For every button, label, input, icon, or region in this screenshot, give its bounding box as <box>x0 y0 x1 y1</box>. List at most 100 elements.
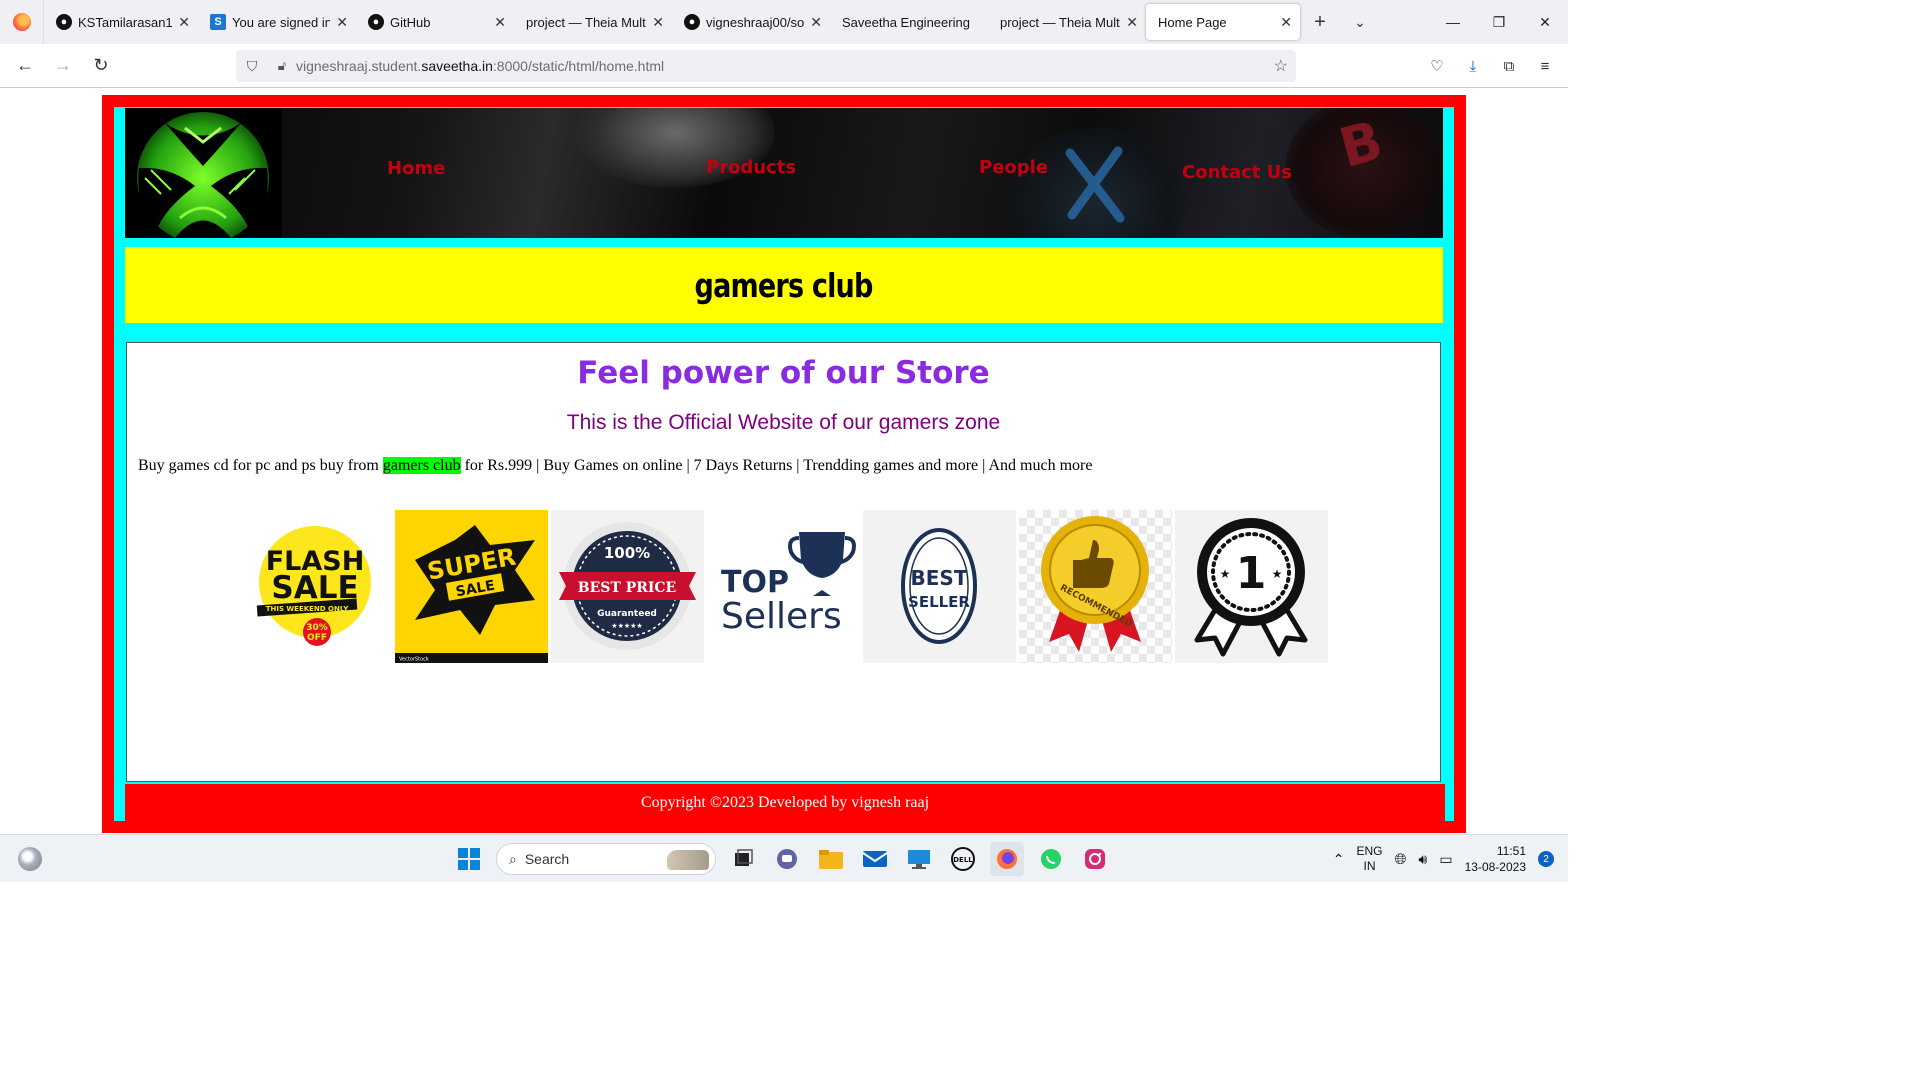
svg-text:VectorStock: VectorStock <box>399 657 429 663</box>
extensions-icon[interactable]: ⧉ <box>1498 58 1520 75</box>
svg-text:★: ★ <box>1220 567 1231 581</box>
copyright-text: Copyright ©2023 Developed by vignesh raa… <box>640 794 930 811</box>
close-tab-icon[interactable]: ✕ <box>1280 14 1292 31</box>
browser-tab[interactable]: Saveetha Engineering <box>830 0 988 44</box>
saveetha-s-icon: S <box>210 14 226 30</box>
nav-home[interactable]: Home <box>387 158 445 179</box>
remote-desktop-icon[interactable] <box>902 842 936 876</box>
xbox-logo-icon <box>137 112 269 238</box>
close-window-icon[interactable]: ✕ <box>1522 14 1568 31</box>
svg-text:BEST: BEST <box>911 566 968 590</box>
close-tab-icon[interactable]: ✕ <box>336 14 348 31</box>
best-price-image: 100% BEST PRICE Guaranteed ★★★★★ <box>551 510 704 663</box>
x-button-icon <box>1065 146 1125 223</box>
address-bar[interactable]: ⛉ 🔓︎ vigneshraaj.student.saveetha.in:800… <box>236 50 1296 82</box>
new-tab-icon[interactable]: + <box>1300 11 1340 34</box>
svg-text:Sellers: Sellers <box>721 596 842 637</box>
battery-icon[interactable]: ▭ <box>1439 851 1452 868</box>
browser-tab[interactable]: project — Theia Multi ✕ <box>988 0 1146 44</box>
task-view-icon[interactable] <box>726 842 760 876</box>
super-sale-image: SUPER SALE VectorStock <box>395 510 548 663</box>
svg-text:★★★★★: ★★★★★ <box>611 622 642 630</box>
top-sellers-image: TOP Sellers <box>707 510 860 663</box>
site-footer: Copyright ©2023 Developed by vignesh raa… <box>125 784 1445 822</box>
browser-tab[interactable]: ● GitHub ✕ <box>356 0 514 44</box>
page-subheading: This is the Official Website of our game… <box>566 411 1001 434</box>
close-tab-icon[interactable]: ✕ <box>652 14 664 31</box>
svg-text:THIS WEEKEND ONLY: THIS WEEKEND ONLY <box>266 605 349 613</box>
insecure-lock-icon[interactable]: 🔓︎ <box>268 58 296 74</box>
language-indicator[interactable]: ENG IN <box>1357 844 1383 874</box>
tracking-shield-icon[interactable]: ⛉ <box>236 58 268 75</box>
close-tab-icon[interactable]: ✕ <box>1126 14 1138 31</box>
taskbar-search[interactable]: ⌕ Search <box>496 843 716 875</box>
clock[interactable]: 11:51 13-08-2023 <box>1465 843 1526 875</box>
notification-badge[interactable]: 2 <box>1538 851 1554 867</box>
svg-text:Guaranteed: Guaranteed <box>597 609 657 619</box>
search-highlight-image <box>667 850 709 870</box>
pocket-icon[interactable]: ♡ <box>1426 57 1448 75</box>
restore-icon[interactable]: ❐ <box>1476 14 1522 31</box>
svg-text:TOP: TOP <box>721 565 789 600</box>
browser-tab[interactable]: ● vigneshraaj00/soft ✕ <box>672 0 830 44</box>
instagram-icon[interactable] <box>1078 842 1112 876</box>
page-heading: Feel power of our Store <box>577 355 990 391</box>
browser-tab-strip: ● KSTamilarasan17/s ✕ S You are signed i… <box>0 0 1568 44</box>
forward-arrow-icon[interactable]: → <box>44 55 82 76</box>
site-banner: gamers club <box>125 247 1443 323</box>
svg-text:1: 1 <box>1236 548 1267 599</box>
svg-text:100%: 100% <box>604 544 650 562</box>
nav-contact-us[interactable]: Contact Us <box>1182 162 1292 183</box>
bookmark-star-icon[interactable]: ☆ <box>1274 56 1288 76</box>
minimize-icon[interactable]: — <box>1430 14 1476 30</box>
highlight-gamers-club: gamers club <box>382 457 461 474</box>
banner-title: gamers club <box>695 265 874 305</box>
close-tab-icon[interactable]: ✕ <box>494 14 506 31</box>
browser-tab-active[interactable]: Home Page ✕ <box>1146 4 1300 40</box>
taskbar-apps: ⌕ Search DELL <box>452 841 1112 877</box>
hamburger-menu-icon[interactable]: ≡ <box>1534 58 1556 75</box>
firefox-taskbar-icon[interactable] <box>990 842 1024 876</box>
close-tab-icon[interactable]: ✕ <box>178 14 190 31</box>
flash-sale-image: FLASH SALE THIS WEEKEND ONLY 30% OFF <box>239 510 392 663</box>
browser-tab[interactable]: project — Theia Multi ✕ <box>514 0 672 44</box>
chevron-up-icon[interactable]: ⌃ <box>1333 851 1345 868</box>
github-icon: ● <box>684 14 700 30</box>
search-icon: ⌕ <box>509 850 517 867</box>
number-one-image: 1 ★ ★ <box>1175 510 1328 663</box>
file-explorer-icon[interactable] <box>814 842 848 876</box>
xbox-logo <box>125 108 282 238</box>
page-cyan-frame: B Home Products People Contact Us gamers… <box>114 107 1454 822</box>
browser-tab[interactable]: ● KSTamilarasan17/s ✕ <box>44 0 198 44</box>
reload-icon[interactable]: ↻ <box>82 55 120 76</box>
system-tray: ⌃ ENG IN 🌐︎ 🔊︎ ▭ 11:51 13-08-2023 2 <box>1333 835 1554 883</box>
firefox-menu-icon[interactable] <box>0 0 44 44</box>
list-all-tabs-icon[interactable]: ⌄ <box>1340 14 1380 31</box>
dell-icon[interactable]: DELL <box>946 842 980 876</box>
b-button-icon: B <box>1333 113 1389 173</box>
badge-gallery: FLASH SALE THIS WEEKEND ONLY 30% OFF SUP… <box>239 510 1328 663</box>
url-text[interactable]: vigneshraaj.student.saveetha.in:8000/sta… <box>296 58 664 74</box>
best-seller-image: BEST SELLER <box>863 510 1016 663</box>
svg-text:BEST PRICE: BEST PRICE <box>578 580 676 596</box>
network-globe-icon[interactable]: 🌐︎ <box>1395 851 1407 868</box>
weather-widget-icon[interactable] <box>18 847 42 871</box>
svg-text:SELLER: SELLER <box>908 593 970 611</box>
windows-start-icon[interactable] <box>452 842 486 876</box>
nav-people[interactable]: People <box>979 157 1048 178</box>
teams-chat-icon[interactable] <box>770 842 804 876</box>
back-arrow-icon[interactable]: ← <box>6 55 44 76</box>
nav-products[interactable]: Products <box>706 157 796 178</box>
close-tab-icon[interactable]: ✕ <box>810 14 822 31</box>
github-icon: ● <box>368 14 384 30</box>
windows-taskbar: ⌕ Search DELL ⌃ ENG IN 🌐︎ 🔊︎ ▭ 11:51 13-… <box>0 834 1568 882</box>
recommended-image: RECOMMENDED <box>1019 510 1172 663</box>
site-header: B Home Products People Contact Us <box>125 108 1443 238</box>
browser-tab[interactable]: S You are signed in a ✕ <box>198 0 356 44</box>
mail-icon[interactable] <box>858 842 892 876</box>
downloads-icon[interactable]: ⤓ <box>1462 58 1484 75</box>
svg-text:DELL: DELL <box>953 856 973 864</box>
page-red-frame: B Home Products People Contact Us gamers… <box>102 95 1466 833</box>
volume-icon[interactable]: 🔊︎ <box>1419 851 1428 868</box>
whatsapp-icon[interactable] <box>1034 842 1068 876</box>
